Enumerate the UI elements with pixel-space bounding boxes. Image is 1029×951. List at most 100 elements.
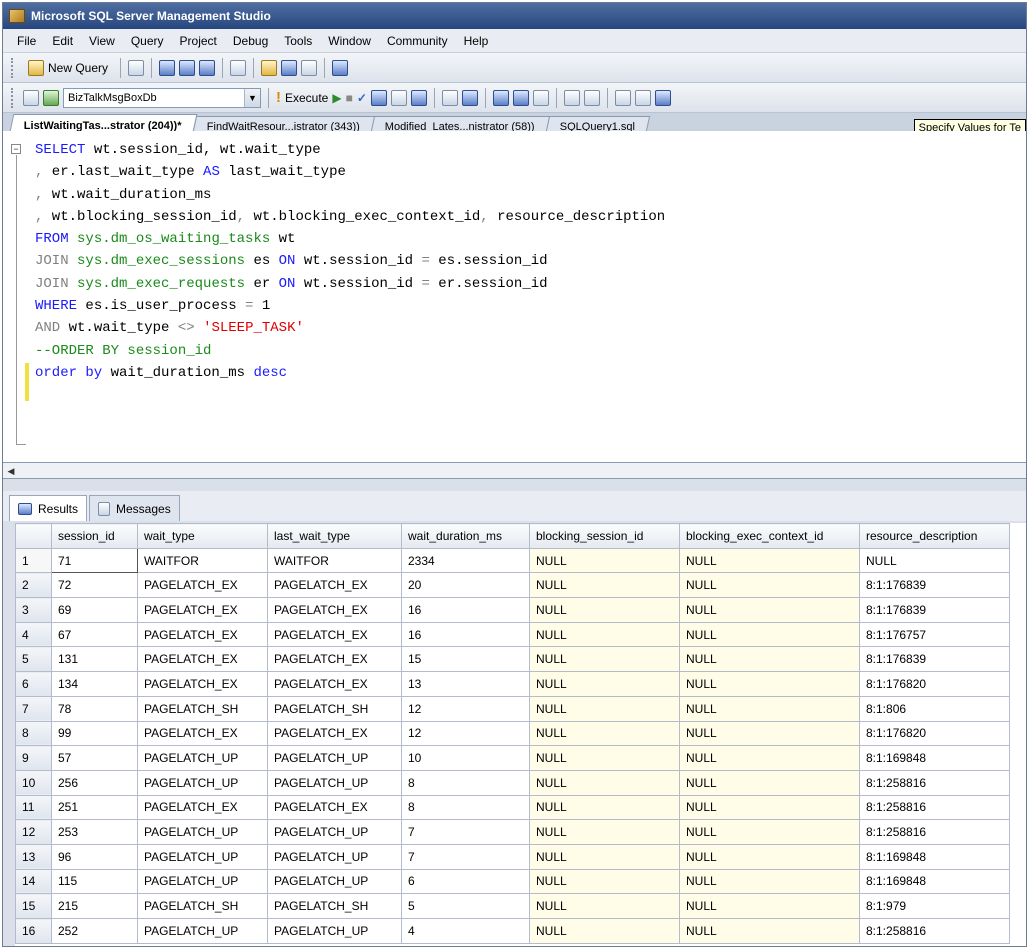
table-cell[interactable]: 8:1:176757 <box>859 621 1010 648</box>
table-cell[interactable]: 13 <box>401 671 530 697</box>
table-cell[interactable]: NULL <box>679 794 860 821</box>
row-number[interactable]: 12 <box>15 819 52 845</box>
menu-tools[interactable]: Tools <box>276 34 320 48</box>
table-cell[interactable]: 131 <box>51 646 138 673</box>
outdent-icon[interactable] <box>634 89 651 106</box>
table-cell[interactable]: NULL <box>529 720 680 747</box>
xmla-query-icon[interactable] <box>230 59 247 76</box>
table-cell[interactable]: NULL <box>679 918 860 944</box>
table-cell[interactable]: 4 <box>401 918 530 944</box>
table-cell[interactable]: 8:1:176820 <box>859 671 1010 697</box>
table-cell[interactable]: NULL <box>679 646 860 673</box>
table-row[interactable]: 2 72 PAGELATCH_EX PAGELATCH_EX 20 NULL NULL 8:1… <box>15 572 1010 599</box>
column-header[interactable]: last_wait_type <box>267 523 402 549</box>
table-cell[interactable]: 8:1:258816 <box>859 918 1010 944</box>
table-cell[interactable]: 71 <box>51 547 138 574</box>
tab-results[interactable]: Results <box>9 495 88 521</box>
table-row[interactable]: 14 115 PAGELATCH_UP PAGELATCH_UP 6 NULL NULL 8:… <box>15 868 1010 895</box>
table-cell[interactable]: PAGELATCH_EX <box>137 646 268 673</box>
change-connection-icon[interactable] <box>43 89 59 106</box>
table-cell[interactable]: NULL <box>529 621 680 648</box>
table-cell[interactable]: 15 <box>401 646 530 673</box>
table-cell[interactable]: NULL <box>529 769 680 796</box>
table-cell[interactable]: 8:1:169848 <box>859 745 1010 771</box>
row-number[interactable]: 4 <box>15 621 52 648</box>
table-cell[interactable]: 8:1:258816 <box>859 819 1010 845</box>
toolbar-grip[interactable] <box>11 57 15 78</box>
table-cell[interactable]: NULL <box>529 843 680 870</box>
horizontal-scrollbar[interactable]: ◀ <box>3 463 1026 479</box>
dmx-query-icon[interactable] <box>199 59 216 76</box>
query-editor[interactable]: − SELECT wt.session_id, wt.wait_type , e… <box>3 131 1026 463</box>
row-number[interactable]: 11 <box>15 794 52 821</box>
table-cell[interactable]: PAGELATCH_UP <box>137 918 268 944</box>
table-cell[interactable]: 8 <box>401 769 530 796</box>
row-number[interactable]: 8 <box>15 720 52 747</box>
table-cell[interactable]: NULL <box>679 745 860 771</box>
table-cell[interactable]: 8:1:979 <box>859 893 1010 919</box>
table-cell[interactable]: 6 <box>401 868 530 895</box>
row-number[interactable]: 2 <box>15 572 52 599</box>
parse-check-icon[interactable]: ✓ <box>357 91 367 105</box>
menu-view[interactable]: View <box>81 34 123 48</box>
menu-help[interactable]: Help <box>456 34 497 48</box>
menu-window[interactable]: Window <box>320 34 379 48</box>
database-select[interactable]: BizTalkMsgBoxDb ▼ <box>63 87 261 108</box>
table-cell[interactable]: NULL <box>529 745 680 771</box>
table-cell[interactable]: NULL <box>529 868 680 895</box>
table-cell[interactable]: PAGELATCH_EX <box>267 572 402 599</box>
new-query-button[interactable]: New Query <box>23 57 113 79</box>
table-cell[interactable]: WAITFOR <box>137 547 268 574</box>
table-cell[interactable]: 7 <box>401 819 530 845</box>
table-row[interactable]: 9 57 PAGELATCH_UP PAGELATCH_UP 10 NULL NULL 8:1… <box>15 745 1010 771</box>
client-statistics-icon[interactable] <box>441 89 458 106</box>
table-cell[interactable]: 10 <box>401 745 530 771</box>
table-cell[interactable]: PAGELATCH_UP <box>267 819 402 845</box>
table-row[interactable]: 4 67 PAGELATCH_EX PAGELATCH_EX 16 NULL NULL 8:1… <box>15 621 1010 648</box>
toolbar-grip[interactable] <box>11 87 15 108</box>
table-cell[interactable]: NULL <box>529 794 680 821</box>
table-cell[interactable]: 8:1:169848 <box>859 868 1010 895</box>
table-cell[interactable]: 7 <box>401 843 530 870</box>
table-cell[interactable]: NULL <box>529 819 680 845</box>
table-cell[interactable]: NULL <box>679 695 860 722</box>
table-cell[interactable]: NULL <box>679 671 860 697</box>
table-cell[interactable]: 134 <box>51 671 138 697</box>
table-row[interactable]: 7 78 PAGELATCH_SH PAGELATCH_SH 12 NULL NULL 8:1… <box>15 695 1010 722</box>
table-cell[interactable]: 12 <box>401 720 530 747</box>
mdx-query-icon[interactable] <box>179 59 196 76</box>
table-cell[interactable]: NULL <box>679 547 860 574</box>
table-cell[interactable]: 8:1:176820 <box>859 720 1010 747</box>
table-cell[interactable]: PAGELATCH_UP <box>137 819 268 845</box>
table-cell[interactable]: 8:1:258816 <box>859 769 1010 796</box>
display-plan-icon[interactable] <box>370 89 387 106</box>
table-cell[interactable]: 8:1:258816 <box>859 794 1010 821</box>
column-header[interactable]: blocking_session_id <box>529 523 680 549</box>
table-cell[interactable]: NULL <box>529 646 680 673</box>
menu-query[interactable]: Query <box>123 34 172 48</box>
table-cell[interactable]: 99 <box>51 720 138 747</box>
table-cell[interactable]: NULL <box>529 572 680 599</box>
execute-button[interactable]: ! Execute <box>276 89 328 106</box>
table-row[interactable]: 8 99 PAGELATCH_EX PAGELATCH_EX 12 NULL NULL 8:1… <box>15 720 1010 747</box>
table-cell[interactable]: PAGELATCH_EX <box>267 597 402 623</box>
table-cell[interactable]: NULL <box>529 547 680 574</box>
table-cell[interactable]: PAGELATCH_UP <box>137 868 268 895</box>
table-cell[interactable]: PAGELATCH_EX <box>137 720 268 747</box>
column-header[interactable]: blocking_exec_context_id <box>679 523 860 549</box>
table-row[interactable]: 13 96 PAGELATCH_UP PAGELATCH_UP 7 NULL NULL 8:1… <box>15 843 1010 870</box>
column-header[interactable]: resource_description <box>859 523 1010 549</box>
table-cell[interactable]: 8:1:169848 <box>859 843 1010 870</box>
results-to-grid-icon[interactable] <box>492 89 509 106</box>
table-cell[interactable]: 12 <box>401 695 530 722</box>
table-cell[interactable]: 57 <box>51 745 138 771</box>
table-cell[interactable]: PAGELATCH_EX <box>267 794 402 821</box>
column-header[interactable]: wait_type <box>137 523 268 549</box>
table-cell[interactable]: PAGELATCH_EX <box>267 720 402 747</box>
table-cell[interactable]: 8 <box>401 794 530 821</box>
menu-project[interactable]: Project <box>172 34 225 48</box>
table-cell[interactable]: NULL <box>529 918 680 944</box>
table-cell[interactable]: PAGELATCH_EX <box>267 671 402 697</box>
table-cell[interactable]: 5 <box>401 893 530 919</box>
table-cell[interactable]: NULL <box>529 893 680 919</box>
